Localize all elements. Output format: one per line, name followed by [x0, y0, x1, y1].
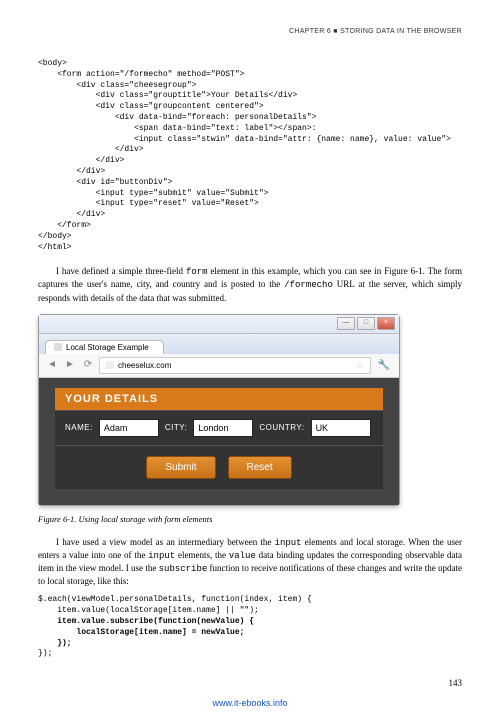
details-row: NAME: CITY: COUNTRY: [55, 410, 383, 445]
tab-strip: Local Storage Example [39, 334, 399, 354]
window-titlebar: — □ × [39, 315, 399, 334]
p2-mono-d: subscribe [159, 564, 208, 574]
country-label: COUNTRY: [259, 423, 304, 432]
close-button[interactable]: × [377, 317, 395, 330]
reset-button[interactable]: Reset [228, 456, 292, 479]
address-bar[interactable]: cheeselux.com ☆ [99, 357, 371, 374]
page-content: YOUR DETAILS NAME: CITY: COUNTRY: Submit… [39, 378, 399, 505]
p1-mono-b: /formecho [284, 280, 333, 290]
chapter-header: CHAPTER 6 ■ STORING DATA IN THE BROWSER [38, 28, 462, 35]
p2-text-a: I have used a view model as an intermedi… [56, 537, 275, 547]
reload-button[interactable]: ⟳ [81, 358, 95, 372]
section-title: YOUR DETAILS [55, 388, 383, 410]
url-text: cheeselux.com [118, 361, 171, 370]
figure-6-1: — □ × Local Storage Example ◄ ► ⟳ cheese… [38, 314, 462, 506]
settings-icon[interactable]: 🔧 [375, 360, 393, 371]
cb-l3: item.value.subscribe(function(newValue) … [38, 617, 254, 626]
country-input[interactable] [311, 419, 371, 437]
p1-mono-a: form [186, 267, 208, 277]
p2-mono-a: input [275, 538, 302, 548]
paragraph-2: I have used a view model as an intermedi… [38, 536, 462, 588]
p2-mono-c: value [229, 551, 256, 561]
page-icon [54, 343, 62, 351]
minimize-button[interactable]: — [337, 317, 355, 330]
name-label: NAME: [65, 423, 93, 432]
p2-mono-b: input [148, 551, 175, 561]
site-icon [106, 361, 114, 369]
back-button[interactable]: ◄ [45, 358, 59, 372]
browser-tab[interactable]: Local Storage Example [45, 340, 164, 354]
city-label: CITY: [165, 423, 188, 432]
toolbar: ◄ ► ⟳ cheeselux.com ☆ 🔧 [39, 354, 399, 378]
submit-button[interactable]: Submit [146, 456, 215, 479]
button-row: Submit Reset [55, 445, 383, 489]
paragraph-1: I have defined a simple three-field form… [38, 265, 462, 303]
cb-l1: $.each(viewModel.personalDetails, functi… [38, 595, 312, 604]
name-input[interactable] [99, 419, 159, 437]
maximize-button[interactable]: □ [357, 317, 375, 330]
code-listing-top: <body> <form action="/formecho" method="… [38, 59, 462, 253]
city-input[interactable] [193, 419, 253, 437]
page-number: 143 [38, 678, 462, 688]
cb-l5: }); [38, 639, 72, 648]
p2-text-c: elements, the [175, 550, 229, 560]
cb-l2: item.value(localStorage[item.name] || ""… [38, 606, 259, 615]
browser-window: — □ × Local Storage Example ◄ ► ⟳ cheese… [38, 314, 400, 506]
cb-l4: localStorage[item.name] = newValue; [38, 628, 244, 637]
code-listing-bottom: $.each(viewModel.personalDetails, functi… [38, 595, 462, 660]
p1-text-a: I have defined a simple three-field [56, 266, 186, 276]
forward-button[interactable]: ► [63, 358, 77, 372]
cb-l6: }); [38, 649, 52, 658]
bookmark-icon[interactable]: ☆ [355, 360, 363, 371]
figure-caption: Figure 6-1. Using local storage with for… [38, 514, 462, 524]
tab-title: Local Storage Example [66, 343, 149, 352]
footer-link[interactable]: www.it-ebooks.info [38, 698, 462, 708]
